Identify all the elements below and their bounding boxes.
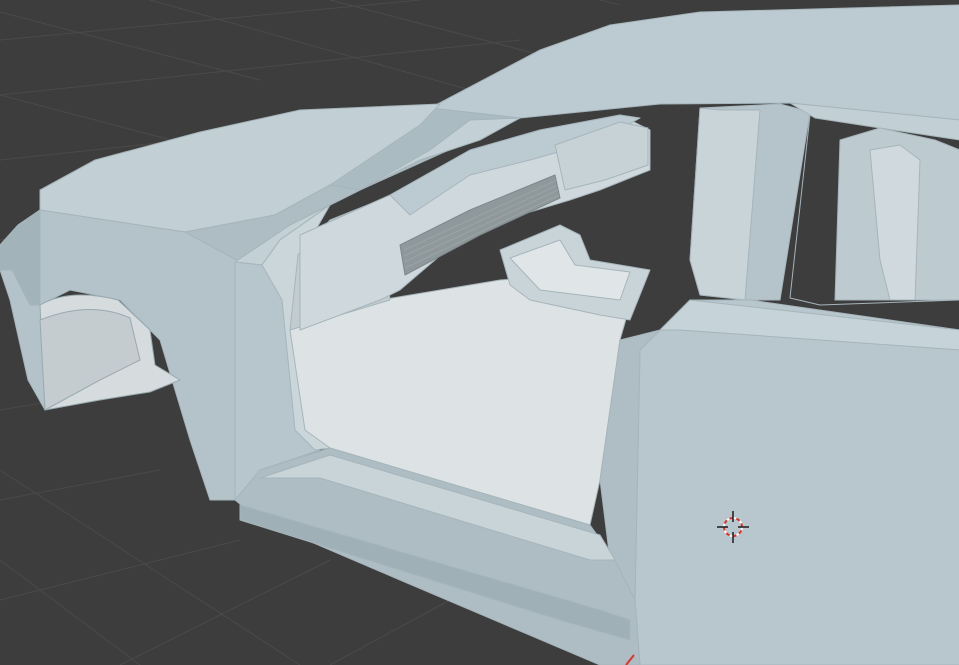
roof-panel (429, 4, 959, 121)
viewport-canvas[interactable] (0, 0, 959, 665)
car-body-mesh[interactable] (0, 4, 959, 665)
3d-viewport[interactable] (0, 0, 959, 665)
rear-door-panel (634, 299, 959, 665)
